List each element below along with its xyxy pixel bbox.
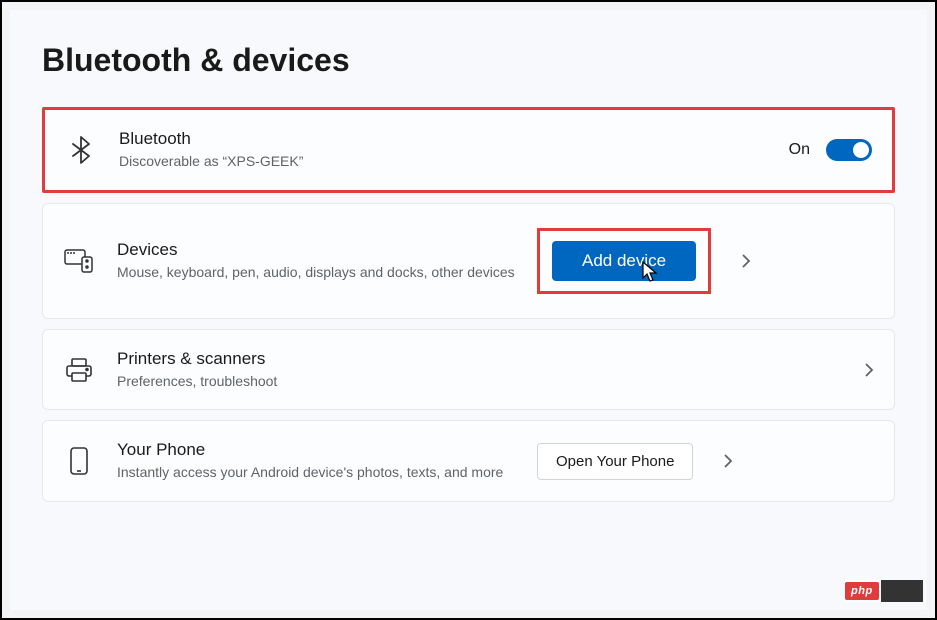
printers-text: Printers & scanners Preferences, trouble…: [117, 348, 850, 392]
phone-text: Your Phone Instantly access your Android…: [117, 439, 537, 483]
chevron-right-icon: [864, 362, 874, 378]
bluetooth-subtitle: Discoverable as “XPS-GEEK”: [119, 152, 789, 172]
devices-actions: Add device: [537, 228, 751, 294]
watermark: php: [845, 580, 923, 602]
your-phone-card[interactable]: Your Phone Instantly access your Android…: [42, 420, 895, 502]
chevron-right-icon: [741, 253, 751, 269]
phone-title: Your Phone: [117, 439, 537, 461]
printer-icon: [63, 354, 95, 386]
phone-actions: Open Your Phone: [537, 443, 733, 480]
phone-subtitle: Instantly access your Android device's p…: [117, 463, 537, 483]
devices-icon: [63, 245, 95, 277]
bluetooth-toggle-label: On: [789, 141, 810, 159]
printers-title: Printers & scanners: [117, 348, 850, 370]
devices-subtitle: Mouse, keyboard, pen, audio, displays an…: [117, 263, 537, 283]
add-device-button[interactable]: Add device: [552, 241, 696, 281]
devices-title: Devices: [117, 239, 537, 261]
devices-text: Devices Mouse, keyboard, pen, audio, dis…: [117, 239, 537, 283]
bluetooth-toggle[interactable]: [826, 139, 872, 161]
devices-card[interactable]: Devices Mouse, keyboard, pen, audio, dis…: [42, 203, 895, 319]
bluetooth-text: Bluetooth Discoverable as “XPS-GEEK”: [119, 128, 789, 172]
printers-actions: [850, 362, 874, 378]
open-your-phone-button[interactable]: Open Your Phone: [537, 443, 693, 480]
settings-page: Bluetooth & devices Bluetooth Discoverab…: [10, 10, 927, 610]
chevron-right-icon: [723, 453, 733, 469]
watermark-text: php: [845, 582, 879, 600]
add-device-highlight: Add device: [537, 228, 711, 294]
printers-card[interactable]: Printers & scanners Preferences, trouble…: [42, 329, 895, 411]
bluetooth-title: Bluetooth: [119, 128, 789, 150]
page-title: Bluetooth & devices: [42, 42, 895, 79]
bluetooth-icon: [65, 134, 97, 166]
printers-subtitle: Preferences, troubleshoot: [117, 372, 850, 392]
bluetooth-actions: On: [789, 139, 872, 161]
phone-icon: [63, 445, 95, 477]
bluetooth-card[interactable]: Bluetooth Discoverable as “XPS-GEEK” On: [42, 107, 895, 193]
